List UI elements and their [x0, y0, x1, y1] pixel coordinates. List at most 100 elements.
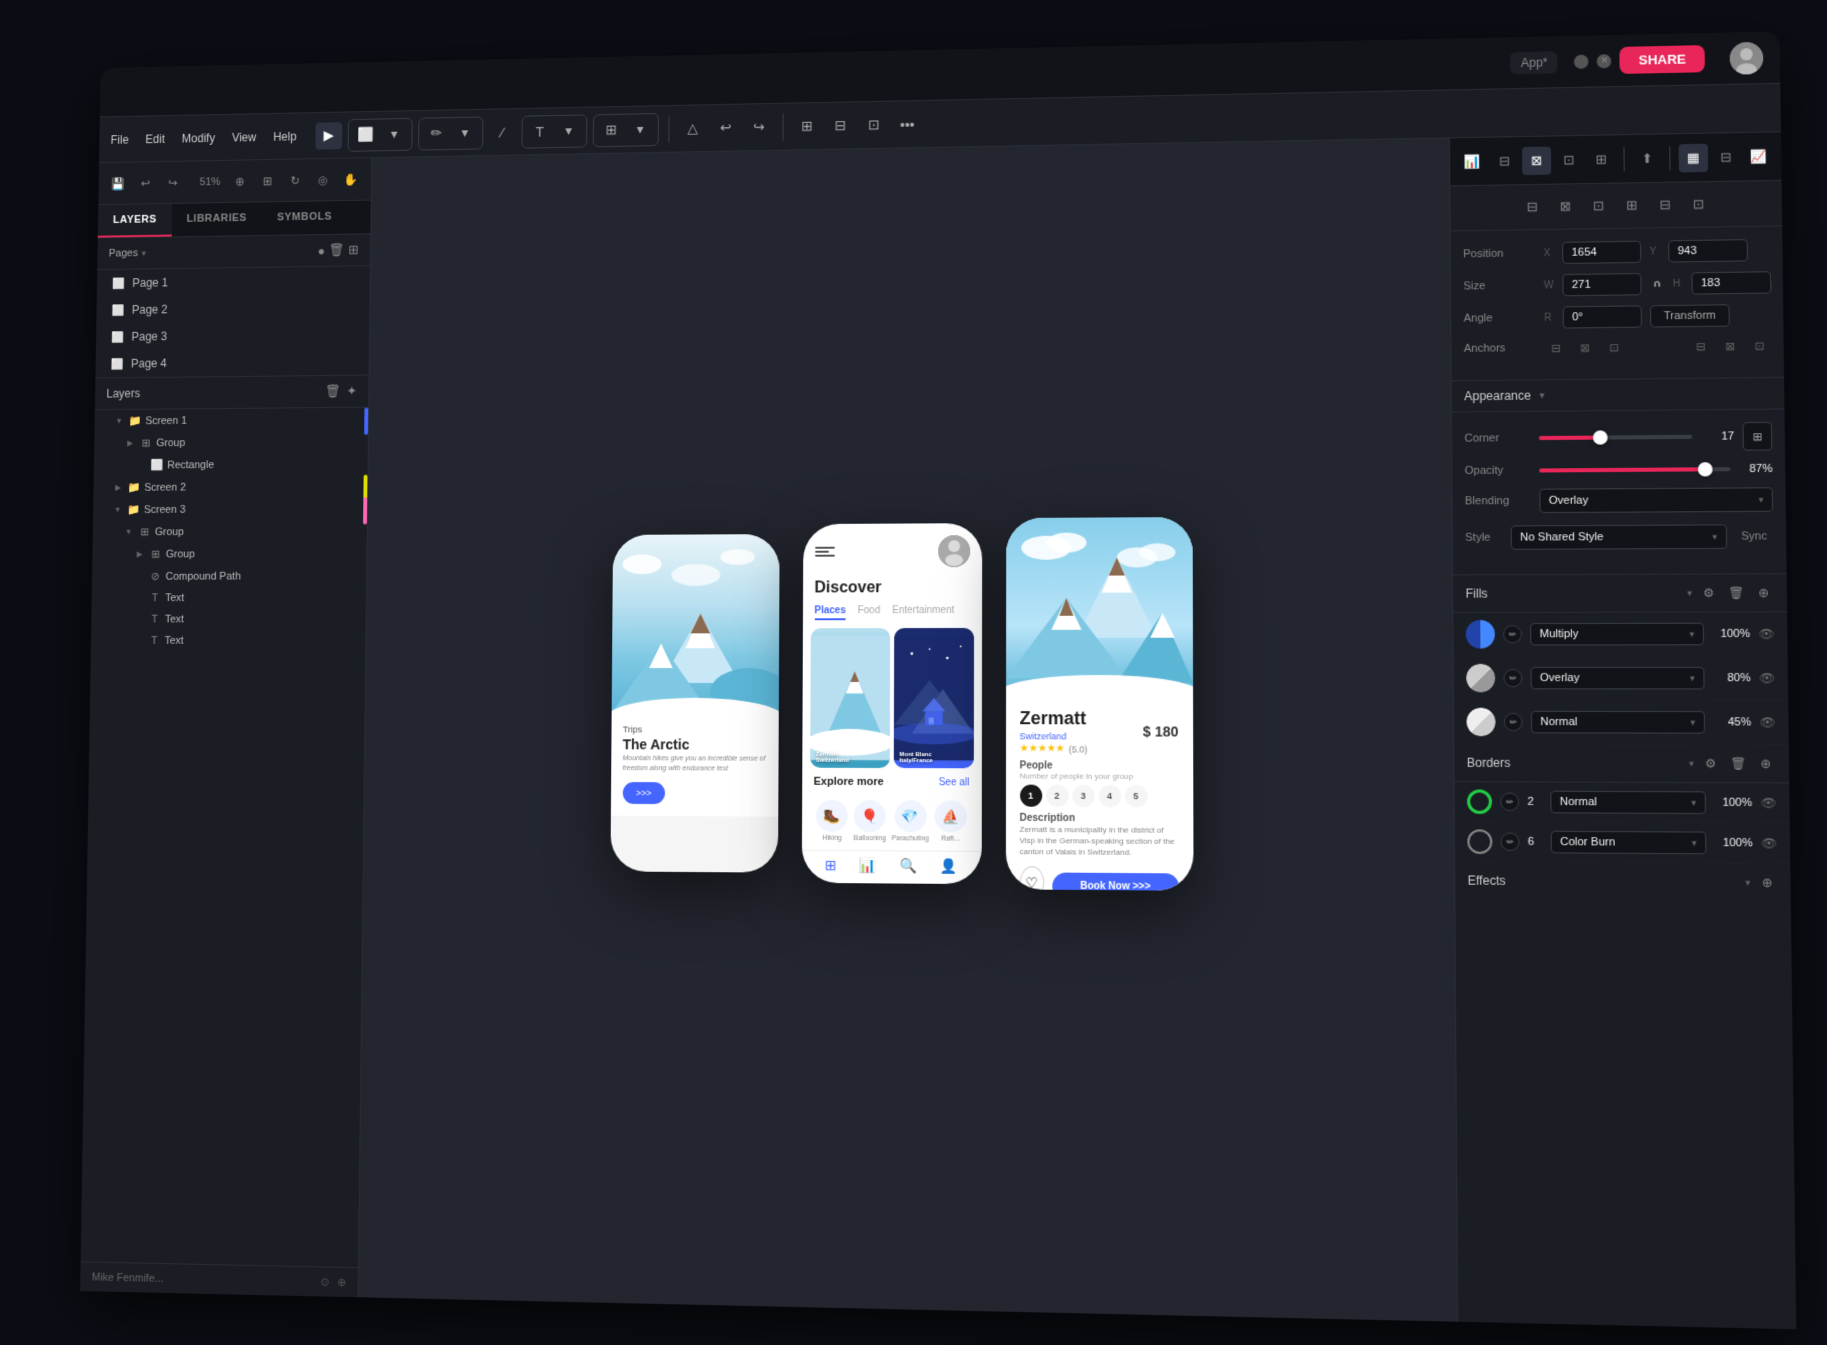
pages-trash-icon[interactable]: 🗑: [328, 242, 344, 258]
image-chevron-icon[interactable]: ▾: [626, 115, 653, 143]
border-eye-2[interactable]: 👁: [1761, 836, 1777, 851]
border-mode-icon-1[interactable]: ✏: [1500, 792, 1519, 811]
undo-small-icon[interactable]: ↩: [133, 170, 157, 195]
nav-search-icon[interactable]: 🔍: [899, 857, 916, 874]
size-h-input[interactable]: 183: [1691, 271, 1771, 294]
layer-compound-path[interactable]: ▶ ⊘ Compound Path: [91, 564, 365, 587]
border-dropdown-2[interactable]: Color Burn ▾: [1550, 830, 1706, 854]
text-bottom-icon[interactable]: ⊡: [1747, 336, 1770, 355]
triangle-tool-icon[interactable]: △: [678, 114, 705, 142]
fill-eye-2[interactable]: 👁: [1758, 670, 1774, 684]
fills-trash-icon[interactable]: 🗑: [1725, 582, 1746, 603]
save-icon[interactable]: 💾: [105, 170, 129, 195]
right-bar-chart-icon[interactable]: 📊: [1458, 147, 1486, 176]
page-item-4[interactable]: ⬜ Page 4: [95, 347, 369, 377]
tab-libraries[interactable]: LIBRARIES: [171, 202, 262, 236]
fills-add-icon[interactable]: ⊕: [1752, 582, 1773, 603]
right-inspect-icon[interactable]: ▦: [1678, 143, 1707, 172]
num-3[interactable]: 3: [1072, 784, 1094, 806]
fill-mode-icon-2[interactable]: ✏: [1503, 668, 1522, 686]
right-align-icon[interactable]: ⊟: [1490, 146, 1518, 175]
layer-screen2[interactable]: ▶ 📁 Screen 2: [93, 474, 367, 498]
layer-text2[interactable]: ▶ T Text: [91, 608, 366, 630]
layer-text3[interactable]: ▶ T Text: [90, 629, 365, 651]
position-x-input[interactable]: 1654: [1562, 240, 1641, 263]
username-settings-icon[interactable]: ⊕: [337, 1275, 346, 1288]
layer-rect[interactable]: ▶ ⬜ Rectangle: [93, 452, 367, 476]
favorite-btn[interactable]: ♡: [1019, 866, 1044, 890]
rect-tool-icon[interactable]: ⬜: [352, 120, 379, 147]
align-bottom-icon[interactable]: ⊡: [1683, 190, 1713, 219]
fill-eye-1[interactable]: 👁: [1758, 626, 1774, 640]
nav-chart-icon[interactable]: 📊: [859, 857, 876, 874]
angle-r-input[interactable]: 0°: [1562, 305, 1641, 328]
border-dropdown-1[interactable]: Normal ▾: [1550, 790, 1705, 813]
style-dropdown[interactable]: No Shared Style ▾: [1510, 524, 1726, 549]
fill-swatch-3[interactable]: [1466, 707, 1495, 736]
right-export-icon[interactable]: ⬆: [1632, 144, 1661, 173]
close-icon[interactable]: ✕: [1597, 53, 1612, 67]
book-btn[interactable]: Book Now >>>: [1052, 872, 1179, 891]
select-tool-icon[interactable]: ▶: [315, 121, 342, 148]
border-swatch-1[interactable]: [1466, 789, 1491, 814]
shape-chevron-icon[interactable]: ▾: [380, 120, 407, 147]
layer-group3[interactable]: ▶ ⊞ Group: [92, 541, 366, 565]
right-spacing-icon[interactable]: ⊡: [1554, 145, 1582, 174]
layers-add-icon[interactable]: ✦: [346, 383, 357, 399]
layer-screen3[interactable]: ▼ 📁 Screen 3: [93, 497, 367, 521]
size-w-input[interactable]: 271: [1562, 273, 1641, 296]
layer-group2[interactable]: ▼ ⊞ Group: [92, 519, 366, 543]
pages-add-icon[interactable]: ●: [317, 243, 325, 258]
page-item-2[interactable]: ⬜ Page 2: [96, 293, 369, 324]
borders-trash-icon[interactable]: 🗑: [1727, 753, 1748, 774]
menu-view[interactable]: View: [231, 130, 255, 144]
discover-tab-places[interactable]: Places: [814, 605, 845, 620]
redo-small-icon[interactable]: ↪: [160, 169, 184, 194]
right-type-icon[interactable]: ⊟: [1711, 142, 1740, 171]
opacity-slider-thumb[interactable]: [1698, 462, 1713, 476]
fills-settings-icon[interactable]: ⚙: [1698, 582, 1719, 603]
zoom-in-icon[interactable]: ⊕: [227, 168, 251, 193]
sync-button[interactable]: Sync: [1734, 526, 1773, 547]
redo-icon[interactable]: ↪: [745, 113, 773, 141]
pan-icon[interactable]: ✋: [338, 166, 363, 191]
pen-tool-icon[interactable]: ✏: [422, 119, 449, 147]
corner-icon-btn[interactable]: ⊞: [1742, 421, 1772, 450]
num-5[interactable]: 5: [1124, 784, 1146, 806]
border-eye-1[interactable]: 👁: [1760, 795, 1776, 810]
tab-layers[interactable]: LAYERS: [97, 203, 171, 237]
right-grid-icon[interactable]: ⊞: [1587, 144, 1616, 173]
align-right-icon[interactable]: ⊡: [1583, 191, 1612, 220]
text-tool-icon[interactable]: T: [526, 117, 553, 145]
text-chevron-icon[interactable]: ▾: [555, 116, 582, 144]
effects-add-icon[interactable]: ⊕: [1756, 872, 1777, 893]
fill-mode-icon-1[interactable]: ✏: [1503, 625, 1522, 643]
fill-mode-icon-3[interactable]: ✏: [1503, 712, 1522, 730]
text-mid-icon[interactable]: ⊠: [1718, 336, 1741, 355]
anchor-center-icon[interactable]: ⊠: [1573, 338, 1596, 356]
fill-swatch-1[interactable]: [1465, 620, 1494, 649]
discover-tab-food[interactable]: Food: [857, 605, 880, 620]
align-top-icon[interactable]: ⊞: [1617, 191, 1646, 220]
layers-trash-icon[interactable]: 🗑: [325, 383, 341, 399]
menu-file[interactable]: File: [110, 132, 128, 146]
image-tool-icon[interactable]: ⊞: [597, 116, 624, 144]
arctic-btn[interactable]: >>>: [622, 781, 665, 803]
undo-icon[interactable]: ↩: [712, 113, 739, 141]
layer-group1[interactable]: ▶ ⊞ Group: [94, 429, 368, 454]
fill-eye-3[interactable]: 👁: [1759, 715, 1775, 729]
corner-slider-thumb[interactable]: [1592, 430, 1607, 444]
num-1[interactable]: 1: [1019, 784, 1041, 806]
position-y-input[interactable]: 943: [1668, 239, 1748, 262]
target-icon[interactable]: ◎: [310, 166, 334, 191]
menu-help[interactable]: Help: [273, 129, 297, 143]
zoom-fit-icon[interactable]: ⊞: [255, 167, 279, 192]
num-4[interactable]: 4: [1098, 784, 1120, 806]
right-chart2-icon[interactable]: 📈: [1744, 142, 1773, 171]
tab-symbols[interactable]: SYMBOLS: [261, 200, 347, 234]
zoom-rotate-icon[interactable]: ↻: [283, 167, 307, 192]
border-swatch-2[interactable]: [1467, 829, 1492, 854]
fill-dropdown-1[interactable]: Multiply ▾: [1530, 622, 1704, 645]
more-icon[interactable]: •••: [893, 110, 921, 138]
num-2[interactable]: 2: [1045, 784, 1067, 806]
